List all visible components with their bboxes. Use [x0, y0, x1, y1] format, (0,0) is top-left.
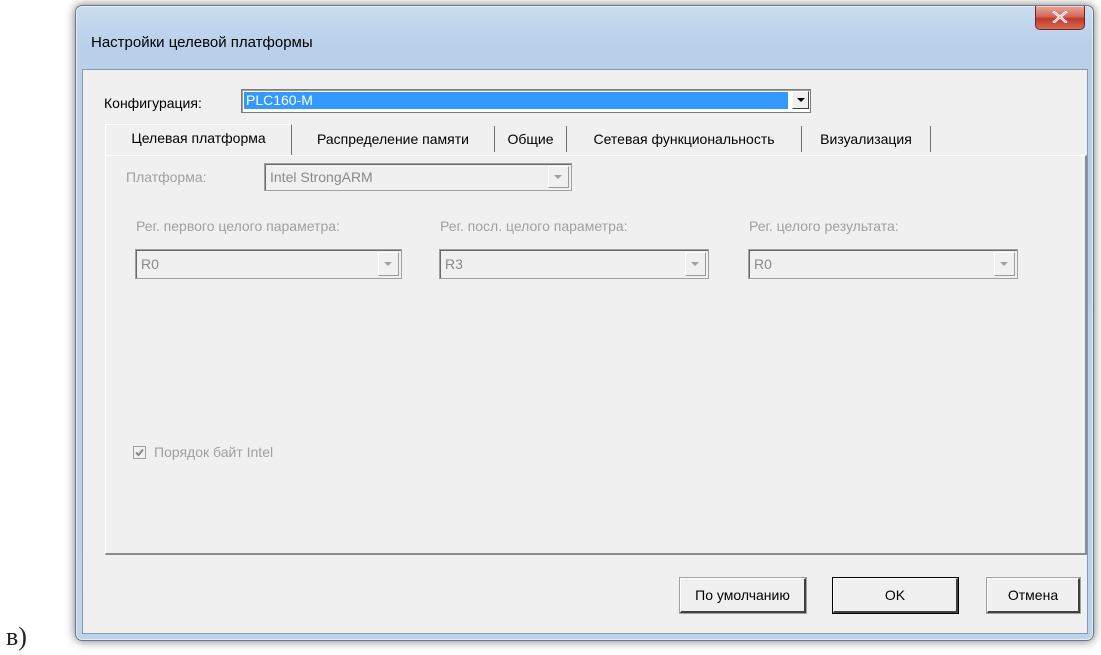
platform-value: Intel StrongARM — [270, 169, 373, 185]
reg-result-label: Рег. целого результата: — [749, 218, 899, 234]
figure-caption: в) — [6, 622, 27, 651]
platform-label: Платформа: — [126, 169, 207, 185]
tab-label: Распределение памяти — [317, 131, 469, 147]
title-bar[interactable]: Настройки целевой платформы — [76, 6, 1093, 68]
chevron-down-icon — [554, 175, 562, 179]
tab-general[interactable]: Общие — [495, 126, 567, 152]
cancel-button[interactable]: Отмена — [986, 577, 1081, 614]
platform-select[interactable]: Intel StrongARM — [264, 163, 572, 191]
chevron-down-icon — [797, 98, 805, 102]
ok-button[interactable]: OK — [832, 577, 959, 614]
reg-last-dropdown-button[interactable] — [685, 252, 706, 276]
chevron-down-icon — [1000, 262, 1008, 266]
tab-label: Визуализация — [820, 131, 912, 147]
dialog-client-area: Конфигурация: PLC160-M Целевая платформа… — [82, 69, 1088, 634]
close-button[interactable] — [1035, 6, 1085, 30]
tab-panel-target-platform: Платформа: Intel StrongARM Рег. первого … — [105, 155, 1087, 555]
chevron-down-icon — [384, 262, 392, 266]
config-label: Конфигурация: — [104, 95, 202, 111]
reg-result-value: R0 — [754, 256, 772, 272]
tab-memory-layout[interactable]: Распределение памяти — [292, 126, 495, 152]
tab-network-functionality[interactable]: Сетевая функциональность — [567, 126, 802, 152]
cancel-button-label: Отмена — [1007, 587, 1059, 603]
reg-result-dropdown-button[interactable] — [994, 252, 1015, 276]
reg-last-select[interactable]: R3 — [439, 249, 709, 279]
target-settings-dialog: Настройки целевой платформы Конфигурация… — [75, 5, 1094, 641]
tab-label: Целевая платформа — [131, 130, 266, 146]
tab-visualization[interactable]: Визуализация — [802, 126, 931, 152]
chevron-down-icon — [691, 262, 699, 266]
config-dropdown-button[interactable] — [792, 91, 809, 109]
reg-first-select[interactable]: R0 — [135, 249, 402, 279]
tab-label: Общие — [507, 131, 554, 147]
close-icon — [1052, 11, 1068, 23]
reg-result-select[interactable]: R0 — [748, 249, 1018, 279]
checkmark-icon — [135, 448, 144, 457]
tab-target-platform[interactable]: Целевая платформа — [105, 124, 292, 155]
reg-last-value: R3 — [445, 256, 463, 272]
ok-button-label: OK — [884, 587, 906, 603]
default-button[interactable]: По умолчанию — [679, 577, 807, 614]
default-button-label: По умолчанию — [695, 587, 790, 603]
byte-order-label: Порядок байт Intel — [154, 444, 274, 460]
reg-first-label: Рег. первого целого параметра: — [136, 218, 340, 234]
platform-dropdown-button[interactable] — [548, 166, 569, 188]
reg-last-label: Рег. посл. целого параметра: — [440, 218, 628, 234]
window-title: Настройки целевой платформы — [91, 34, 313, 51]
config-select[interactable]: PLC160-M — [241, 89, 811, 113]
reg-first-value: R0 — [141, 256, 159, 272]
byte-order-checkbox[interactable] — [133, 446, 146, 459]
reg-first-dropdown-button[interactable] — [378, 252, 399, 276]
config-value: PLC160-M — [244, 92, 788, 109]
tab-label: Сетевая функциональность — [593, 131, 775, 147]
